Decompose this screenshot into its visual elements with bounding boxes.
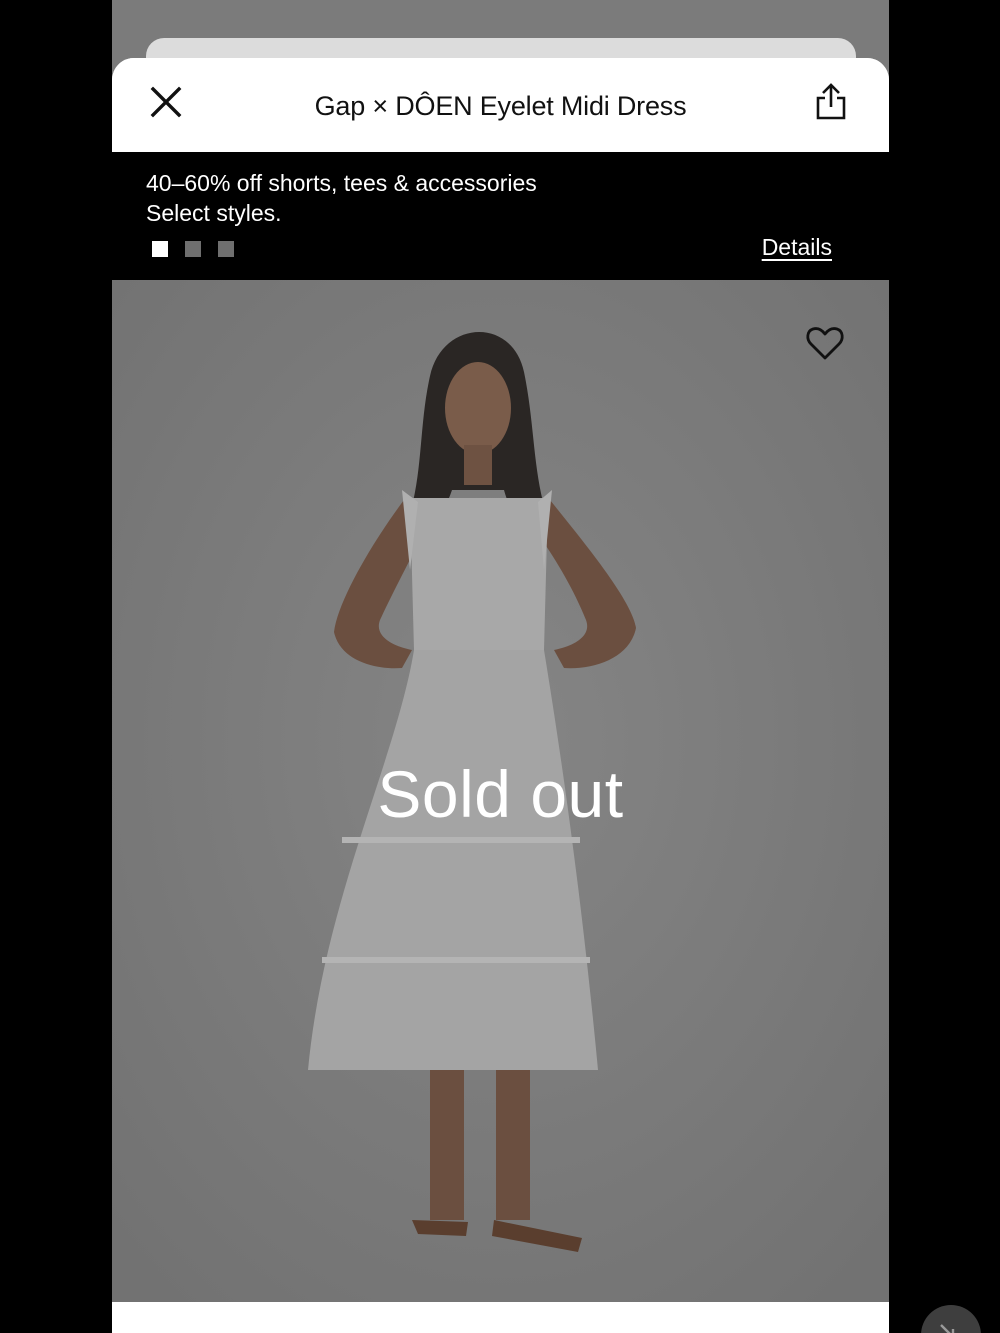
product-image[interactable]: Sold out	[112, 280, 889, 1302]
share-button[interactable]	[809, 78, 853, 126]
sheet-header: Gap × DÔEN Eyelet Midi Dress	[112, 58, 889, 152]
promo-subtext: Select styles.	[146, 200, 282, 226]
product-details-panel	[112, 1302, 889, 1333]
close-icon	[150, 86, 182, 118]
promo-details-link[interactable]: Details	[762, 234, 832, 261]
wishlist-button[interactable]	[805, 324, 845, 364]
carousel-dot[interactable]	[152, 241, 168, 257]
product-quickview-sheet: Gap × DÔEN Eyelet Midi Dress 40–60% off …	[112, 58, 889, 1333]
sold-out-label: Sold out	[377, 757, 624, 831]
close-button[interactable]	[144, 80, 188, 124]
share-icon	[816, 83, 846, 120]
scroll-button[interactable]	[921, 1305, 981, 1333]
promo-carousel-indicator	[152, 241, 234, 257]
arrow-icon	[940, 1324, 955, 1333]
carousel-dot[interactable]	[185, 241, 201, 257]
app-frame: Gap × DÔEN Eyelet Midi Dress 40–60% off …	[0, 0, 1000, 1333]
carousel-dot[interactable]	[218, 241, 234, 257]
promo-banner: 40–60% off shorts, tees & accessories Se…	[112, 152, 889, 280]
heart-icon	[806, 327, 844, 360]
page-title: Gap × DÔEN Eyelet Midi Dress	[314, 90, 687, 121]
promo-headline: 40–60% off shorts, tees & accessories	[146, 170, 537, 196]
